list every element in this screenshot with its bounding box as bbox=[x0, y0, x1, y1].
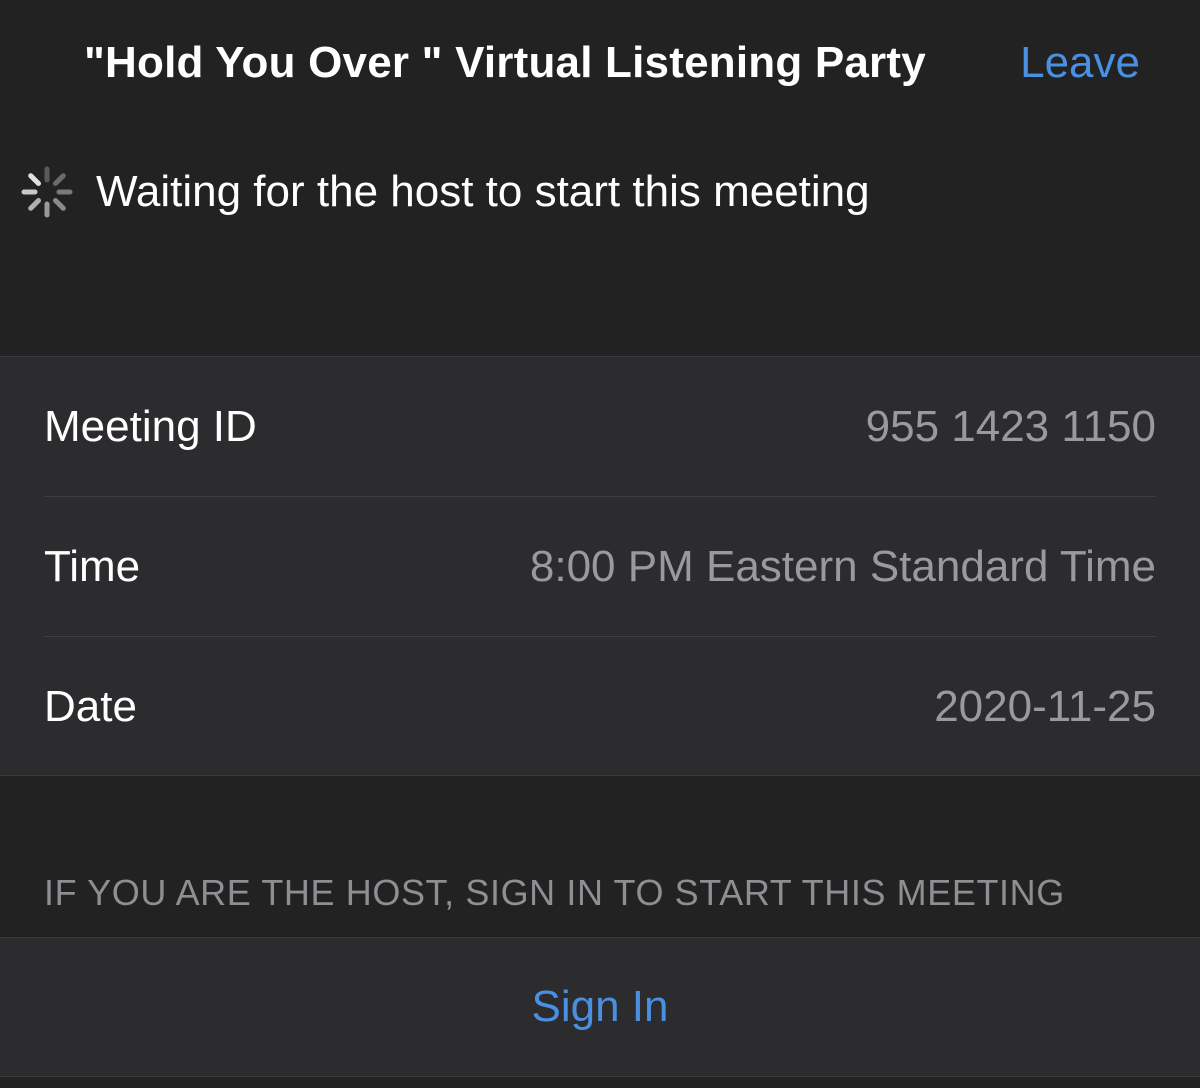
header: "Hold You Over " Virtual Listening Party… bbox=[0, 0, 1200, 130]
waiting-room-screen: "Hold You Over " Virtual Listening Party… bbox=[0, 0, 1200, 1088]
date-label: Date bbox=[44, 681, 137, 731]
loading-spinner-icon bbox=[21, 166, 73, 218]
meeting-info-group: Meeting ID 955 1423 1150 Time 8:00 PM Ea… bbox=[0, 356, 1200, 776]
waiting-status: Waiting for the host to start this meeti… bbox=[18, 160, 870, 224]
sign-in-button[interactable]: Sign In bbox=[0, 937, 1200, 1077]
date-value: 2020-11-25 bbox=[934, 681, 1156, 731]
date-row: Date 2020-11-25 bbox=[44, 637, 1156, 776]
sign-in-label: Sign In bbox=[531, 982, 669, 1031]
time-value: 8:00 PM Eastern Standard Time bbox=[529, 541, 1156, 591]
meeting-title: "Hold You Over " Virtual Listening Party bbox=[84, 38, 926, 87]
time-row: Time 8:00 PM Eastern Standard Time bbox=[44, 497, 1156, 636]
meeting-id-label: Meeting ID bbox=[44, 401, 257, 451]
meeting-id-value: 955 1423 1150 bbox=[865, 401, 1156, 451]
leave-button[interactable]: Leave bbox=[1020, 38, 1140, 88]
meeting-id-row: Meeting ID 955 1423 1150 bbox=[44, 357, 1156, 496]
host-sign-in-note: IF YOU ARE THE HOST, SIGN IN TO START TH… bbox=[44, 872, 1065, 913]
time-label: Time bbox=[44, 541, 141, 591]
waiting-text: Waiting for the host to start this meeti… bbox=[96, 167, 870, 216]
